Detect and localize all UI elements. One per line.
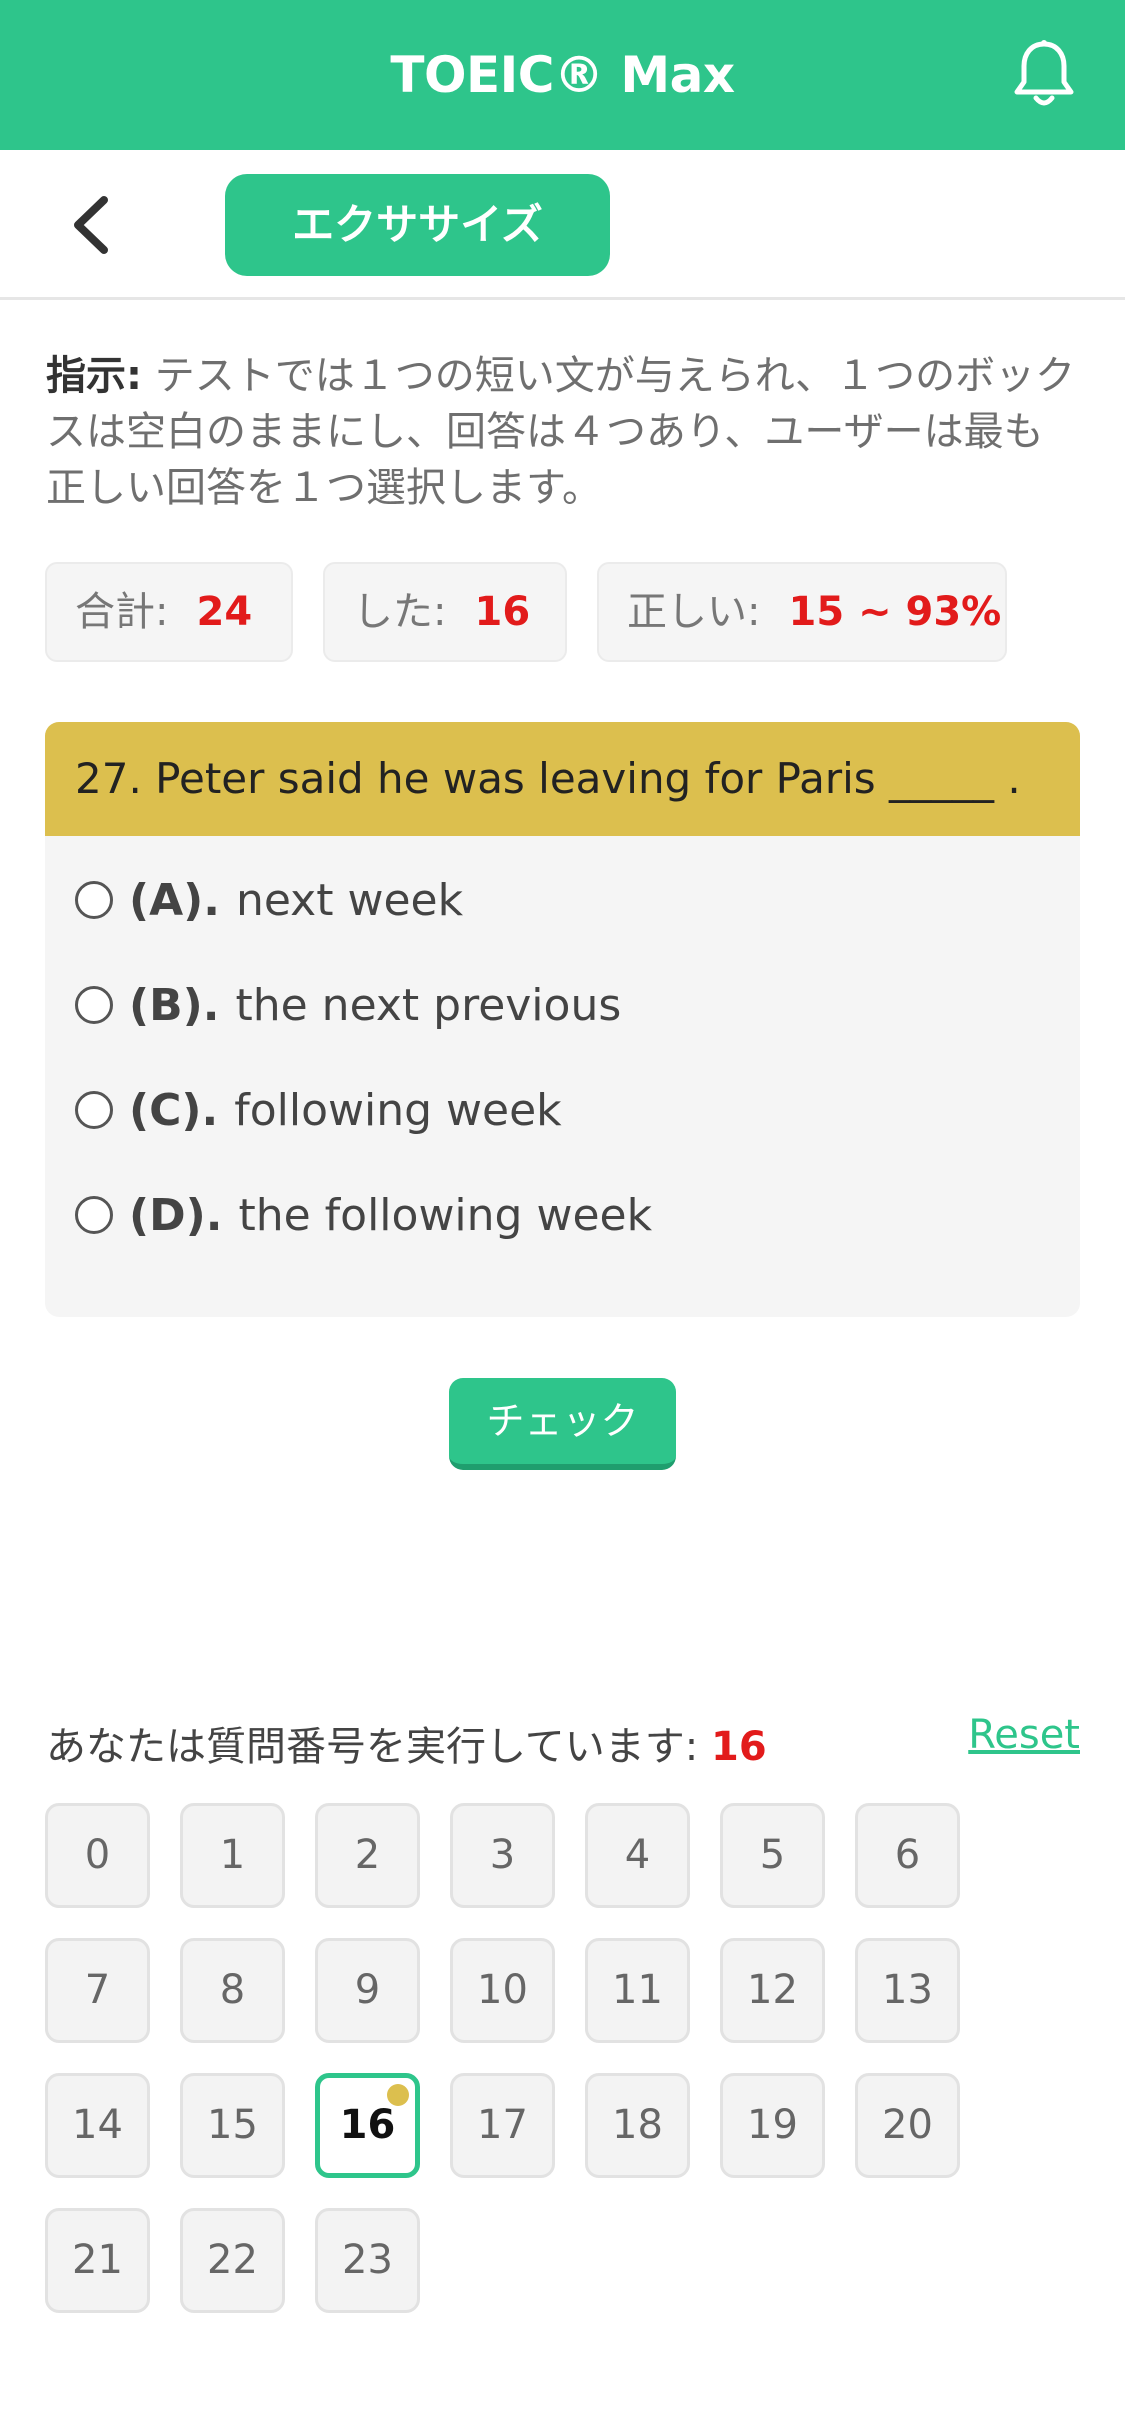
app-bar: TOEIC® Max [0,0,1125,150]
question-number-button[interactable]: 5 [720,1803,825,1908]
question-number-button[interactable]: 10 [450,1938,555,2043]
question-number-label: 5 [759,1832,786,1878]
question-number-label: 6 [894,1832,921,1878]
question-number-button[interactable]: 11 [585,1938,690,2043]
question-number-label: 23 [342,2237,393,2283]
question-number-button[interactable]: 23 [315,2208,420,2313]
progress-label: あなたは質問番号を実行しています: [46,1724,699,1770]
question-number-label: 16 [339,2102,396,2148]
question-number-button[interactable]: 2 [315,1803,420,1908]
question-number-label: 7 [84,1967,111,2013]
question-number-button[interactable]: 20 [855,2073,960,2178]
question-number-label: 10 [477,1967,528,2013]
option-label: (B). [129,979,220,1031]
question-number-button[interactable]: 18 [585,2073,690,2178]
option-text: the following week [238,1189,653,1241]
question-number-button[interactable]: 21 [45,2208,150,2313]
question-number-label: 14 [72,2102,123,2148]
question-number-label: 11 [612,1967,663,2013]
radio-button[interactable] [75,881,113,919]
exercise-tab-button[interactable]: エクササイズ [225,174,610,276]
question-number-label: 17 [477,2102,528,2148]
answer-option-d[interactable]: (D). the following week [75,1185,652,1245]
question-number-label: 20 [882,2102,933,2148]
question-number-label: 19 [747,2102,798,2148]
option-text: next week [236,874,464,926]
question-card: 27. Peter said he was leaving for Paris … [45,722,1080,1317]
chevron-left-icon[interactable] [66,192,116,258]
option-label: (C). [129,1084,219,1136]
question-number-button[interactable]: 15 [180,2073,285,2178]
question-number-label: 18 [612,2102,663,2148]
stat-done: した: 16 [323,562,567,662]
instructions: 指示: テストでは１つの短い文が与えられ、１つのボックスは空白のままにし、回答は… [46,348,1076,516]
radio-button[interactable] [75,1091,113,1129]
radio-button[interactable] [75,986,113,1024]
question-number-label: 3 [489,1832,516,1878]
question-number-label: 2 [354,1832,381,1878]
question-number-label: 12 [747,1967,798,2013]
reset-link[interactable]: Reset [968,1712,1080,1758]
question-number-button[interactable]: 14 [45,2073,150,2178]
question-number-button[interactable]: 17 [450,2073,555,2178]
question-number-label: 9 [354,1967,381,2013]
question-number-button[interactable]: 9 [315,1938,420,2043]
question-number-button[interactable]: 16 [315,2073,420,2178]
question-number-button[interactable]: 1 [180,1803,285,1908]
question-number-label: 21 [72,2237,123,2283]
question-number-label: 22 [207,2237,258,2283]
question-number-button[interactable]: 12 [720,1938,825,2043]
question-number-button[interactable]: 7 [45,1938,150,2043]
question-number-label: 0 [84,1832,111,1878]
question-number-button[interactable]: 19 [720,2073,825,2178]
question-number-label: 15 [207,2102,258,2148]
option-text: the next previous [235,979,622,1031]
sub-navigation: エクササイズ [0,150,1125,300]
answer-option-a[interactable]: (A). next week [75,870,463,930]
question-number-label: 1 [219,1832,246,1878]
stat-total: 合計: 24 [45,562,293,662]
stat-correct: 正しい: 15 ~ 93% [597,562,1007,662]
app-title: TOEIC® Max [390,46,735,104]
stat-done-label: した: [353,589,447,635]
progress-current: 16 [711,1724,767,1770]
radio-button[interactable] [75,1196,113,1234]
option-label: (A). [129,874,220,926]
question-number-button[interactable]: 3 [450,1803,555,1908]
stat-total-value: 24 [196,589,253,635]
check-button[interactable]: チェック [449,1378,676,1470]
option-label: (D). [129,1189,223,1241]
question-number-button[interactable]: 8 [180,1938,285,2043]
question-number-label: 4 [624,1832,651,1878]
question-number-label: 8 [219,1967,246,2013]
progress-indicator: あなたは質問番号を実行しています: 16 [46,1714,767,1772]
stat-total-label: 合計: [75,589,169,635]
stat-correct-value: 15 ~ 93% [788,589,1002,635]
question-number-button[interactable]: 4 [585,1803,690,1908]
option-text: following week [234,1084,562,1136]
stat-done-value: 16 [474,589,531,635]
bell-icon[interactable] [1011,38,1077,110]
stat-correct-label: 正しい: [627,589,761,635]
instructions-label: 指示: [46,353,142,399]
instructions-text: テストでは１つの短い文が与えられ、１つのボックスは空白のままにし、回答は４つあり… [46,353,1076,511]
question-number-button[interactable]: 13 [855,1938,960,2043]
answer-option-b[interactable]: (B). the next previous [75,975,621,1035]
current-marker-dot [387,2084,409,2106]
question-number-label: 13 [882,1967,933,2013]
question-number-button[interactable]: 22 [180,2208,285,2313]
question-text: 27. Peter said he was leaving for Paris … [45,722,1080,836]
question-number-button[interactable]: 0 [45,1803,150,1908]
question-number-button[interactable]: 6 [855,1803,960,1908]
answer-option-c[interactable]: (C). following week [75,1080,562,1140]
